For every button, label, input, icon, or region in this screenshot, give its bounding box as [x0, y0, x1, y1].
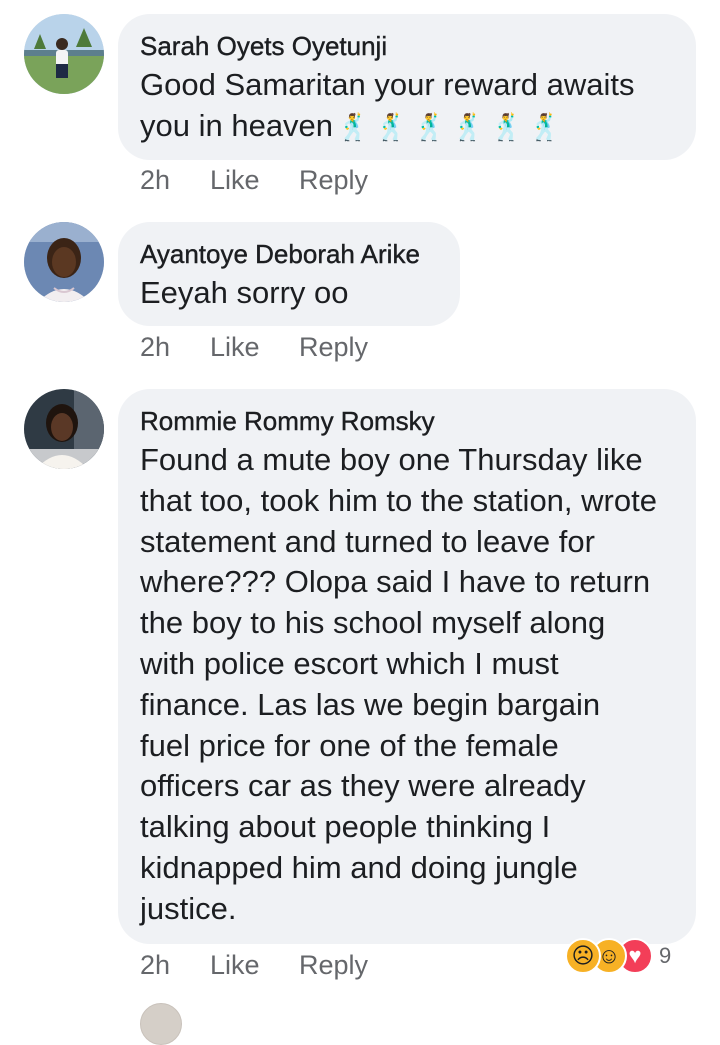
- like-button[interactable]: Like: [210, 950, 299, 981]
- comment-text-line: Found a mute boy one Thursday like: [140, 442, 643, 477]
- reaction-count: 9: [659, 943, 672, 968]
- comment-actions: 2h Like Reply: [140, 332, 368, 363]
- comment-text: Found a mute boy one Thursday like that …: [140, 440, 674, 930]
- comment-bubble: Sarah Oyets Oyetunji Good Samaritan your…: [118, 14, 696, 160]
- profile-photo-icon: [24, 14, 104, 94]
- avatar[interactable]: [140, 1003, 182, 1045]
- comment-author[interactable]: Ayantoye Deborah Arike: [140, 238, 438, 270]
- reply-button[interactable]: Reply: [299, 950, 368, 981]
- comment-bubble: Rommie Rommy Romsky Found a mute boy one…: [118, 389, 696, 944]
- profile-photo-icon: [24, 389, 104, 469]
- comment-text-line: the boy to his school myself along: [140, 605, 606, 641]
- sad-react-icon: ☹: [565, 938, 601, 974]
- comment-text-line: with police escort which I must: [140, 645, 559, 681]
- comment-timestamp[interactable]: 2h: [140, 332, 210, 363]
- reply-button[interactable]: Reply: [299, 165, 368, 196]
- like-button[interactable]: Like: [210, 332, 299, 363]
- comment-author[interactable]: Sarah Oyets Oyetunji: [140, 30, 674, 62]
- comment-text-line: statement and turned to leave for: [140, 523, 595, 559]
- comment-text-line: justice.: [140, 890, 237, 926]
- comment-text-fragment: you in heaven: [140, 107, 334, 143]
- avatar[interactable]: [24, 14, 104, 94]
- comment-timestamp[interactable]: 2h: [140, 950, 210, 981]
- comment-text-line: you in heaven 🕺🕺🕺🕺🕺🕺: [140, 106, 674, 148]
- avatar[interactable]: [24, 389, 104, 469]
- reaction-summary[interactable]: ☹ ☺ ♥ 9: [565, 935, 671, 977]
- comment-text-line: talking about people thinking I: [140, 809, 551, 845]
- comment-text-line: Good Samaritan your reward awaits: [140, 67, 635, 102]
- comment-actions: 2h Like Reply: [140, 165, 368, 196]
- comment-text-line: that too, took him to the station, wrote: [140, 482, 657, 518]
- profile-photo-icon: [24, 222, 104, 302]
- comment-timestamp[interactable]: 2h: [140, 165, 210, 196]
- like-button[interactable]: Like: [210, 165, 299, 196]
- comment-text: Eeyah sorry oo: [140, 275, 349, 310]
- comment-actions: 2h Like Reply: [140, 950, 368, 981]
- comment-text-line: kidnapped him and doing jungle: [140, 849, 578, 885]
- comment-bubble: Ayantoye Deborah Arike Eeyah sorry oo: [118, 222, 460, 326]
- avatar[interactable]: [24, 222, 104, 302]
- comment-text: Good Samaritan your reward awaits you in…: [140, 65, 674, 148]
- comment-text-line: officers car as they were already: [140, 768, 586, 804]
- comment-text-line: where??? Olopa said I have to return: [140, 564, 651, 600]
- dancing-emoji-icon: 🕺🕺🕺🕺🕺🕺: [337, 111, 568, 142]
- comment-text-line: fuel price for one of the female: [140, 727, 559, 763]
- reply-button[interactable]: Reply: [299, 332, 368, 363]
- comment-text-line: finance. Las las we begin bargain: [140, 686, 601, 722]
- comment-author[interactable]: Rommie Rommy Romsky: [140, 405, 674, 437]
